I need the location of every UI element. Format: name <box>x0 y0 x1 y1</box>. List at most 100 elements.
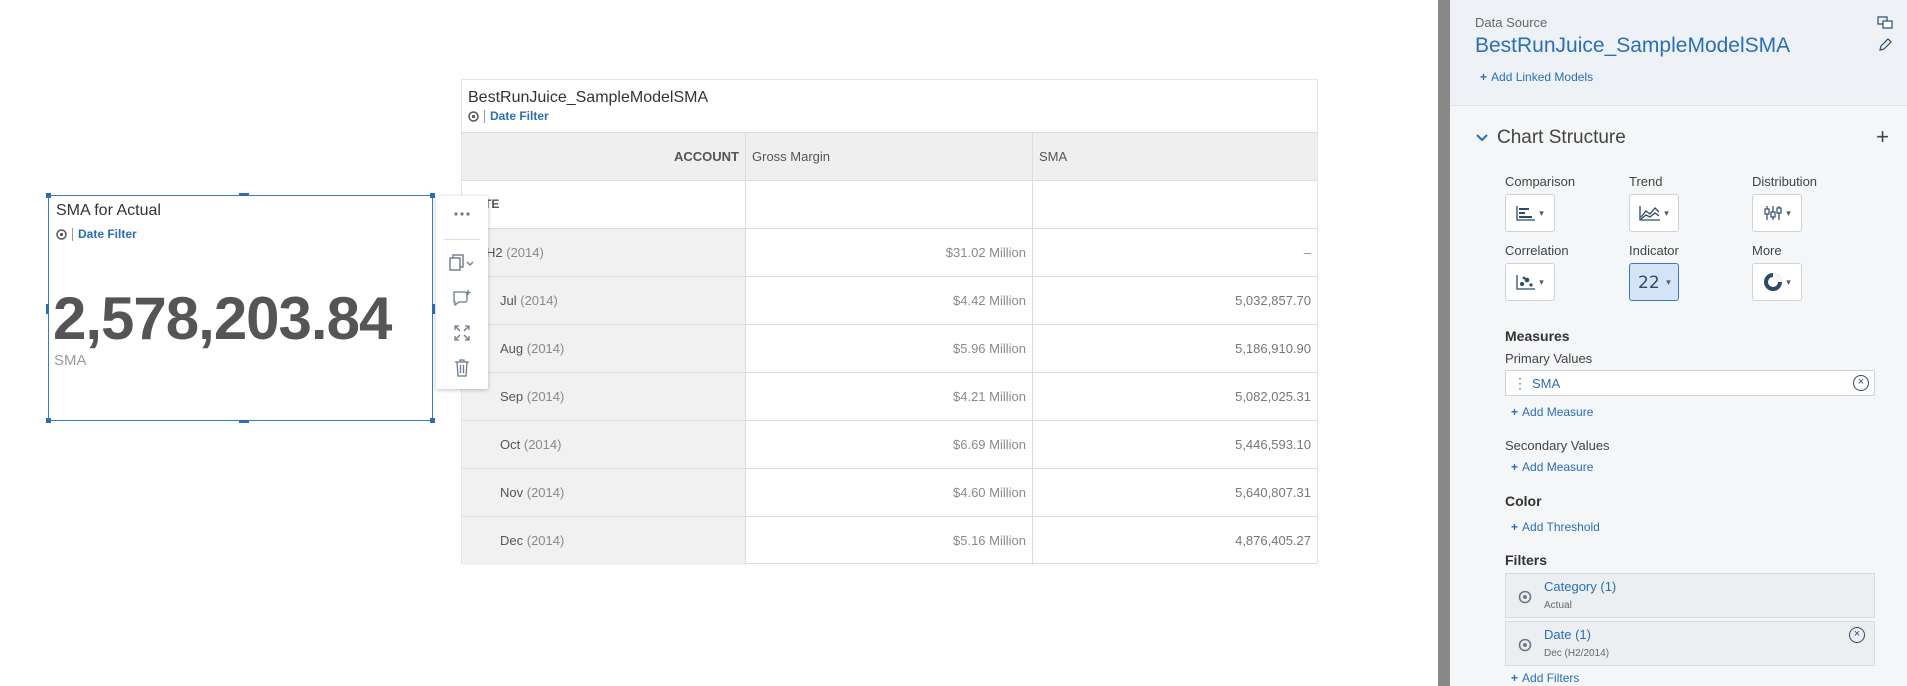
filter-token-date[interactable]: Date (1) Dec (H2/2014) × <box>1505 621 1875 666</box>
story-canvas: SMA for Actual Date Filter 2,578,203.84 … <box>0 0 1438 686</box>
table-widget[interactable]: BestRunJuice_SampleModelSMA Date Filter … <box>461 79 1318 565</box>
kpi-date-filter-link[interactable]: Date Filter <box>78 227 137 241</box>
year-label: (2014) <box>526 389 565 404</box>
add-secondary-measure-link[interactable]: + Add Measure <box>1511 460 1593 474</box>
delete-button[interactable] <box>436 353 488 383</box>
resize-handle-tr[interactable] <box>430 193 435 198</box>
linked-models-icon[interactable] <box>1877 16 1893 33</box>
drag-handle-icon[interactable]: ⋮ <box>1513 375 1527 392</box>
primary-values-title: Primary Values <box>1505 351 1593 366</box>
chart-structure-header[interactable]: Chart Structure <box>1475 127 1626 149</box>
chevron-down-icon: ▾ <box>1539 276 1544 287</box>
primary-value-token[interactable]: ⋮ SMA × <box>1505 370 1875 396</box>
sma-cell[interactable]: – <box>1033 229 1317 277</box>
remove-filter-icon[interactable]: × <box>1849 627 1865 643</box>
add-primary-measure-link[interactable]: + Add Measure <box>1511 405 1593 419</box>
table-date-filter-link[interactable]: Date Filter <box>490 109 549 123</box>
edit-pencil-icon[interactable] <box>1877 37 1893 56</box>
add-threshold-link[interactable]: + Add Threshold <box>1511 520 1600 534</box>
gross-margin-cell[interactable]: $4.21 Million <box>746 373 1033 421</box>
row-header-jul[interactable]: Jul (2014) <box>462 277 746 325</box>
separator <box>72 227 73 241</box>
distribution-type-button[interactable]: ▾ <box>1752 194 1802 232</box>
sma-cell[interactable]: 5,186,910.90 <box>1033 325 1317 373</box>
correlation-label: Correlation <box>1505 243 1569 258</box>
scatter-icon <box>1516 275 1536 290</box>
secondary-values-title: Secondary Values <box>1505 438 1610 453</box>
header-gross-margin-cell[interactable]: Gross Margin <box>746 133 1033 181</box>
resize-handle-right[interactable] <box>432 304 435 314</box>
indicator-type-button[interactable]: 22 ▾ <box>1629 263 1679 301</box>
row-header-dec[interactable]: Dec (2014) <box>462 517 746 565</box>
correlation-type-button[interactable]: ▾ <box>1505 263 1555 301</box>
model-icon <box>56 228 67 240</box>
row-header-h2[interactable]: H2 (2014) <box>462 229 746 277</box>
copy-button[interactable] <box>436 248 488 278</box>
resize-handle-tl[interactable] <box>46 193 51 198</box>
donut-chart-icon <box>1764 273 1783 291</box>
year-label: (2014) <box>520 293 558 308</box>
gross-margin-cell[interactable]: $31.02 Million <box>746 229 1033 277</box>
more-actions-button[interactable] <box>436 199 488 229</box>
kpi-widget[interactable]: SMA for Actual Date Filter 2,578,203.84 … <box>46 193 435 423</box>
gross-margin-cell[interactable]: $4.42 Million <box>746 277 1033 325</box>
more-type-button[interactable]: ▾ <box>1752 263 1802 301</box>
resize-handle-left[interactable] <box>46 304 49 314</box>
toolbar-divider <box>444 239 480 240</box>
plus-icon: + <box>1480 70 1488 84</box>
table-header-row: ACCOUNT Gross Margin SMA <box>462 132 1317 181</box>
row-header-oct[interactable]: Oct (2014) <box>462 421 746 469</box>
chevron-down-icon: ▾ <box>1664 207 1669 218</box>
filter-model-icon <box>1518 590 1532 609</box>
table-row: Dec (2014) $5.16 Million 4,876,405.27 <box>462 516 1317 565</box>
resize-handle-br[interactable] <box>430 418 435 423</box>
gross-margin-cell[interactable]: $4.60 Million <box>746 469 1033 517</box>
table-row: Aug (2014) $5.96 Million 5,186,910.90 <box>462 324 1317 373</box>
comparison-type-button[interactable]: ▾ <box>1505 194 1555 232</box>
chevron-down-icon: ▾ <box>1786 276 1791 287</box>
gross-margin-header: Gross Margin <box>752 149 831 164</box>
add-linked-models-link[interactable]: + Add Linked Models <box>1480 70 1593 84</box>
empty-cell <box>1033 181 1317 229</box>
add-comment-button[interactable] <box>436 283 488 313</box>
row-header-nov[interactable]: Nov (2014) <box>462 469 746 517</box>
date-dimension-cell[interactable]: TE <box>462 181 746 229</box>
data-source-header: Data Source BestRunJuice_SampleModelSMA … <box>1450 0 1907 106</box>
gross-margin-cell[interactable]: $5.16 Million <box>746 517 1033 565</box>
year-label: (2014) <box>526 341 565 356</box>
builder-panel: Data Source BestRunJuice_SampleModelSMA … <box>1450 0 1907 686</box>
comparison-label: Comparison <box>1505 174 1576 189</box>
add-filters-link[interactable]: + Add Filters <box>1511 671 1579 685</box>
trend-type-button[interactable]: ▾ <box>1629 194 1679 232</box>
period-label: Aug <box>500 341 524 356</box>
year-label: (2014) <box>526 533 565 548</box>
resize-handle-bl[interactable] <box>46 418 51 423</box>
gross-margin-cell[interactable]: $5.96 Million <box>746 325 1033 373</box>
period-label: Nov <box>500 485 524 500</box>
resize-handle-top[interactable] <box>239 193 249 196</box>
header-sma-cell[interactable]: SMA <box>1033 133 1317 181</box>
sma-cell[interactable]: 5,082,025.31 <box>1033 373 1317 421</box>
sma-cell[interactable]: 5,640,807.31 <box>1033 469 1317 517</box>
row-header-sep[interactable]: Sep (2014) <box>462 373 746 421</box>
data-source-name[interactable]: BestRunJuice_SampleModelSMA <box>1475 34 1790 58</box>
sma-cell[interactable]: 4,876,405.27 <box>1033 517 1317 565</box>
sma-cell[interactable]: 5,446,593.10 <box>1033 421 1317 469</box>
panel-divider[interactable] <box>1438 0 1450 686</box>
filter-token-category[interactable]: Category (1) Actual <box>1505 573 1875 618</box>
plus-icon: + <box>1511 405 1519 419</box>
gross-margin-cell[interactable]: $6.69 Million <box>746 421 1033 469</box>
comment-icon <box>453 290 471 307</box>
data-grid: ACCOUNT Gross Margin SMA TE H2 (2014) $3… <box>462 132 1317 565</box>
resize-handle-bottom[interactable] <box>239 420 249 423</box>
row-header-aug[interactable]: Aug (2014) <box>462 325 746 373</box>
table-row: Jul (2014) $4.42 Million 5,032,857.70 <box>462 276 1317 325</box>
remove-measure-icon[interactable]: × <box>1853 375 1869 391</box>
table-row: Oct (2014) $6.69 Million 5,446,593.10 <box>462 420 1317 469</box>
add-structure-button[interactable]: + <box>1876 124 1889 150</box>
fullscreen-button[interactable] <box>436 318 488 348</box>
chevron-down-icon <box>1476 134 1488 142</box>
period-label: Dec <box>500 533 524 548</box>
color-title: Color <box>1505 493 1542 509</box>
sma-cell[interactable]: 5,032,857.70 <box>1033 277 1317 325</box>
